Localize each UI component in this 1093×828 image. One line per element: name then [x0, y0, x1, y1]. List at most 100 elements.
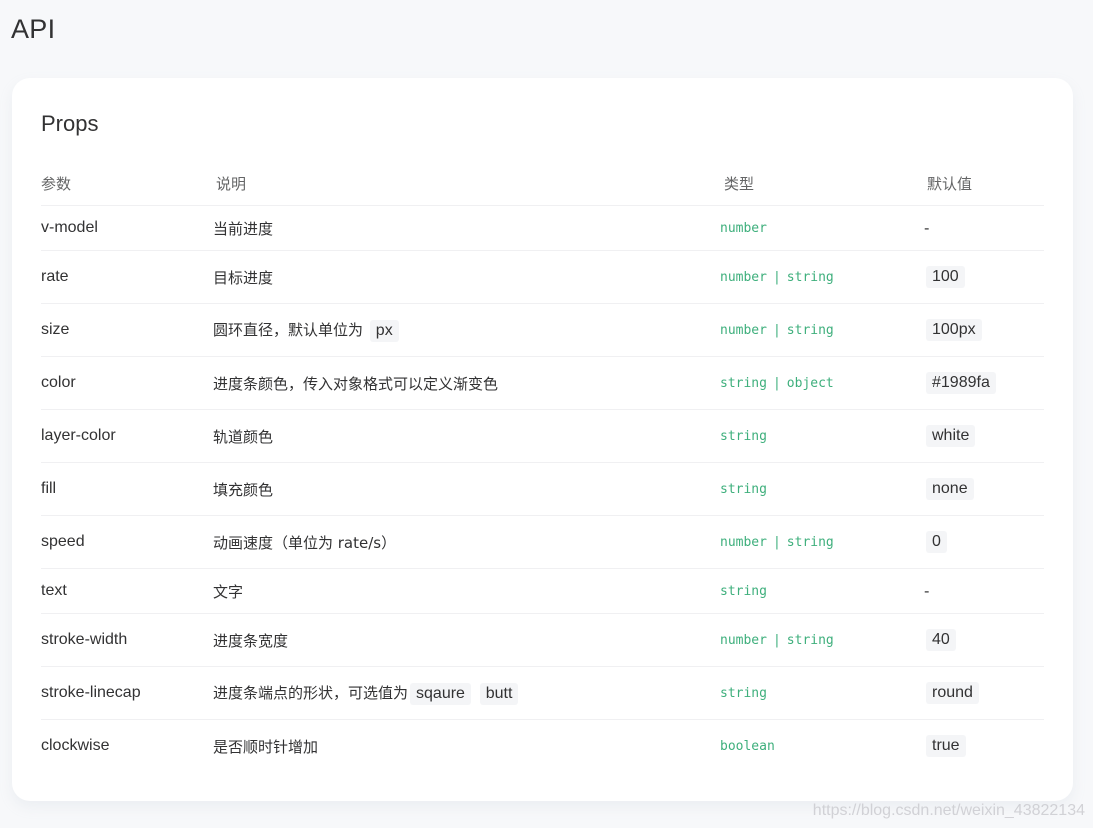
type-text: string [720, 375, 767, 391]
prop-default: true [923, 720, 1044, 773]
type-separator: | [772, 632, 781, 648]
table-row: clockwise 是否顺时针增加 boolean true [41, 720, 1044, 773]
prop-type: number | string [720, 303, 923, 357]
default-value: - [924, 219, 930, 237]
prop-type: string [720, 666, 923, 720]
prop-default: - [923, 568, 1044, 614]
table-row: v-model 当前进度 number - [41, 205, 1044, 251]
prop-name: text [41, 568, 212, 614]
prop-name: size [41, 303, 212, 357]
type-separator: | [772, 375, 781, 391]
default-value: none [926, 478, 974, 500]
table-row: layer-color 轨道颜色 string white [41, 409, 1044, 463]
watermark: https://blog.csdn.net/weixin_43822134 [812, 802, 1085, 819]
table-row: stroke-linecap 进度条端点的形状，可选值为 sqaure butt … [41, 666, 1044, 720]
prop-type: number | string [720, 515, 923, 569]
prop-description: 是否顺时针增加 [212, 720, 720, 773]
description-text: 轨道颜色 [213, 427, 274, 446]
prop-description: 圆环直径，默认单位为 px [212, 303, 720, 357]
prop-default: 100px [923, 303, 1044, 357]
description-text: 进度条颜色，传入对象格式可以定义渐变色 [213, 374, 499, 393]
prop-name: speed [41, 515, 212, 569]
prop-default: round [923, 666, 1044, 720]
description-text: 目标进度 [213, 268, 274, 287]
prop-default: 40 [923, 613, 1044, 667]
type-text: string [720, 428, 767, 444]
prop-description: 当前进度 [212, 205, 720, 251]
prop-name: clockwise [41, 737, 110, 754]
prop-type: string [720, 462, 923, 516]
prop-default: - [923, 205, 1044, 251]
inline-code: px [369, 319, 399, 342]
type-text: number [720, 220, 767, 236]
type-text: boolean [720, 738, 775, 754]
default-value: #1989fa [926, 372, 996, 394]
prop-name: stroke-width [41, 613, 212, 667]
type-text: string [786, 322, 834, 338]
type-text: string [720, 685, 767, 701]
prop-description: 动画速度（单位为 rate/s） [212, 515, 720, 569]
table-row: speed 动画速度（单位为 rate/s） number | string 0 [41, 515, 1044, 569]
description-text: 圆环直径，默认单位为 [213, 320, 364, 339]
type-text: string [786, 632, 834, 648]
prop-type: string [720, 568, 923, 614]
prop-type: number | string [720, 250, 923, 304]
prop-default: none [923, 462, 1044, 516]
default-value: - [924, 582, 930, 600]
type-text: string [786, 269, 834, 285]
header-param: 参数 [41, 161, 212, 206]
header-default: 默认值 [923, 161, 1044, 206]
description-text: 填充颜色 [213, 480, 274, 499]
table-row: size 圆环直径，默认单位为 px number | string 100px [41, 303, 1044, 357]
page-title: API [11, 14, 56, 44]
header-type: 类型 [720, 161, 923, 206]
prop-description: 填充颜色 [212, 462, 720, 516]
prop-type: boolean [720, 720, 923, 773]
default-value: true [926, 735, 966, 757]
prop-default: white [923, 409, 1044, 463]
prop-type: number [720, 205, 923, 251]
prop-description: 进度条端点的形状，可选值为 sqaure butt [212, 666, 720, 720]
table-row: rate 目标进度 number | string 100 [41, 250, 1044, 304]
description-text: 当前进度 [213, 219, 274, 238]
type-text: string [720, 583, 767, 599]
prop-description: 进度条宽度 [212, 613, 720, 667]
type-separator: | [772, 534, 781, 550]
default-value: 100px [926, 319, 982, 341]
prop-default: 0 [923, 515, 1044, 569]
prop-name: fill [41, 462, 212, 516]
type-text: object [786, 375, 834, 391]
prop-type: string | object [720, 356, 923, 410]
prop-description: 文字 [212, 568, 720, 614]
table-row: stroke-width 进度条宽度 number | string 40 [41, 613, 1044, 667]
prop-name: rate [41, 250, 212, 304]
prop-default: #1989fa [923, 356, 1044, 410]
prop-name: layer-color [41, 409, 212, 463]
prop-name: color [41, 356, 212, 410]
default-value: 0 [926, 531, 947, 553]
type-text: number [720, 269, 767, 285]
prop-type: number | string [720, 613, 923, 667]
props-table: 参数 说明 类型 默认值 v-model 当前进度 number - rate … [41, 161, 1044, 772]
table-row: color 进度条颜色，传入对象格式可以定义渐变色 string | object … [41, 356, 1044, 410]
prop-type: string [720, 409, 923, 463]
description-text: 是否顺时针增加 [213, 737, 319, 756]
type-separator: | [772, 322, 781, 338]
header-description: 说明 [212, 161, 720, 206]
section-title: Props [41, 111, 99, 136]
default-value: white [926, 425, 976, 447]
type-text: number [720, 632, 767, 648]
default-value: 100 [926, 266, 965, 288]
description-text: 文字 [213, 582, 244, 601]
default-value: round [926, 682, 979, 704]
prop-default: 100 [923, 250, 1044, 304]
prop-description: 轨道颜色 [212, 409, 720, 463]
type-text: string [786, 534, 834, 550]
type-text: number [720, 322, 767, 338]
description-text: 进度条宽度 [213, 631, 289, 650]
inline-code: sqaure [410, 682, 471, 705]
default-value: 40 [926, 629, 956, 651]
description-text: 进度条端点的形状，可选值为 [213, 683, 409, 702]
type-separator: | [772, 269, 781, 285]
prop-name: stroke-linecap [41, 666, 212, 720]
